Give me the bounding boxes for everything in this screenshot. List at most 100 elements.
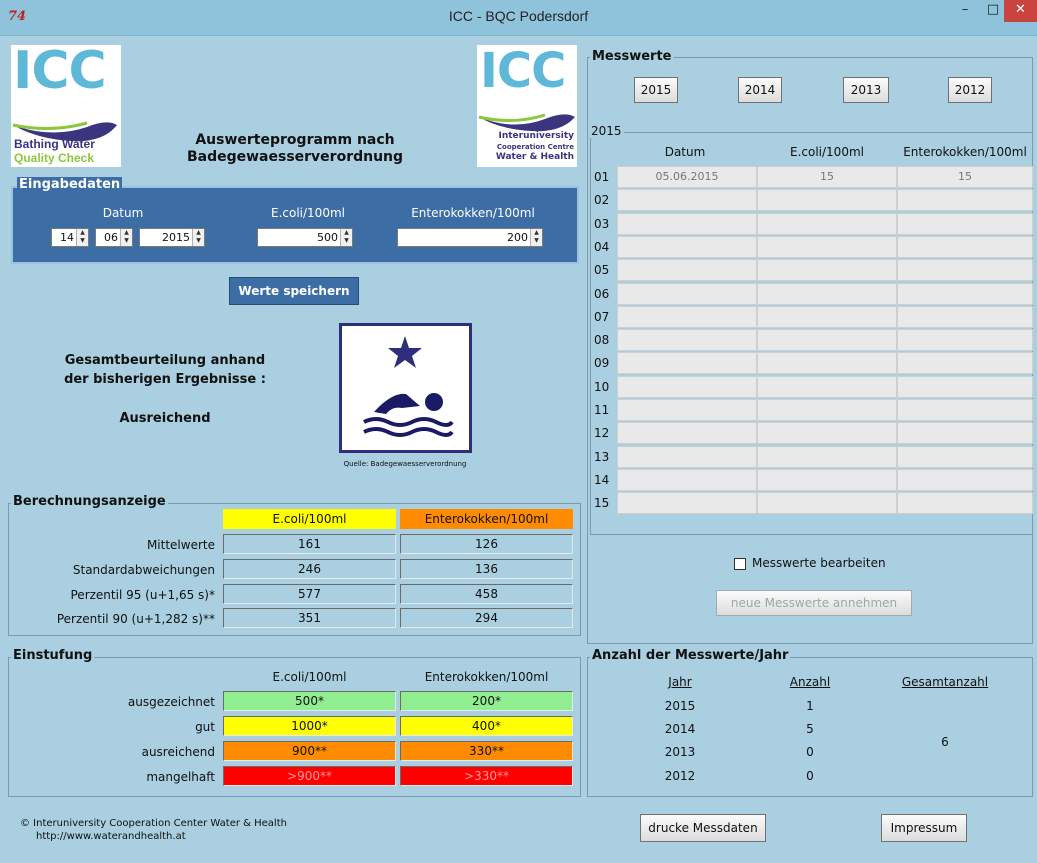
classification-ecoli-poor: >900**: [223, 766, 396, 786]
logo-swoosh-icon: [478, 113, 575, 132]
save-values-button[interactable]: Werte speichern: [229, 277, 359, 305]
table-cell-entero[interactable]: [897, 306, 1033, 328]
table-cell-datum[interactable]: [617, 189, 757, 211]
table-row-number: 02: [594, 193, 610, 207]
year-value: 2015: [162, 231, 190, 244]
table-cell-datum[interactable]: [617, 352, 757, 374]
table-cell-ecoli[interactable]: [757, 446, 897, 468]
year-button-2012[interactable]: 2012: [948, 77, 992, 103]
table-cell-ecoli[interactable]: [757, 352, 897, 374]
table-cell-datum[interactable]: [617, 283, 757, 305]
table-cell-ecoli[interactable]: [757, 422, 897, 444]
table-cell-datum[interactable]: [617, 329, 757, 351]
table-cell-ecoli[interactable]: [757, 259, 897, 281]
year-button-2013[interactable]: 2013: [843, 77, 889, 103]
table-cell-entero[interactable]: [897, 213, 1033, 235]
table-row-number: 03: [594, 217, 610, 231]
year-spinner[interactable]: 2015 ▲ ▼: [139, 228, 205, 247]
impressum-button[interactable]: Impressum: [881, 814, 967, 842]
edit-measurements-label[interactable]: Messwerte bearbeiten: [752, 556, 886, 570]
enterococci-label: Enterokokken/100ml: [411, 206, 535, 220]
spinner-arrows-icon[interactable]: ▲ ▼: [120, 229, 132, 246]
table-cell-entero[interactable]: [897, 422, 1033, 444]
table-cell-datum[interactable]: [617, 399, 757, 421]
table-cell-ecoli[interactable]: [757, 492, 897, 514]
table-header-ecoli: E.coli/100ml: [790, 145, 864, 159]
classification-entero-poor: >330**: [400, 766, 573, 786]
count-header-total: Gesamtanzahl: [901, 675, 989, 689]
accept-new-measurements-button[interactable]: neue Messwerte annehmen: [716, 590, 912, 616]
enterococci-spinner[interactable]: 200 ▲ ▼: [397, 228, 543, 247]
table-cell-datum[interactable]: [617, 236, 757, 258]
ecoli-spinner[interactable]: 500 ▲ ▼: [257, 228, 353, 247]
classification-row-label: ausgezeichnet: [127, 695, 215, 709]
table-cell-ecoli[interactable]: 15: [757, 166, 897, 188]
table-cell-datum[interactable]: [617, 492, 757, 514]
table-cell-datum[interactable]: [617, 259, 757, 281]
table-cell-ecoli[interactable]: [757, 306, 897, 328]
classification-ecoli-good: 1000*: [223, 716, 396, 736]
table-cell-entero[interactable]: [897, 492, 1033, 514]
table-header-enterococci: Enterokokken/100ml: [903, 145, 1027, 159]
table-cell-entero[interactable]: [897, 329, 1033, 351]
table-cell-entero[interactable]: [897, 376, 1033, 398]
table-cell-ecoli[interactable]: [757, 189, 897, 211]
spinner-arrows-icon[interactable]: ▲ ▼: [192, 229, 204, 246]
table-cell-datum[interactable]: [617, 213, 757, 235]
icc-water-health-logo: ICC Interuniversity Cooperation Centre W…: [477, 43, 577, 167]
table-cell-datum[interactable]: [617, 422, 757, 444]
edit-measurements-checkbox[interactable]: [734, 558, 746, 570]
table-cell-ecoli[interactable]: [757, 283, 897, 305]
classification-entero-sufficient: 330**: [400, 741, 573, 761]
count-total-value: 6: [941, 735, 949, 749]
sign-source-caption: Quelle: Badegewaesserverordnung: [343, 460, 467, 468]
table-cell-ecoli[interactable]: [757, 213, 897, 235]
day-spinner[interactable]: 14 ▲ ▼: [51, 228, 89, 247]
table-cell-entero[interactable]: [897, 189, 1033, 211]
close-button[interactable]: ✕: [1004, 0, 1037, 22]
table-cell-entero[interactable]: [897, 399, 1033, 421]
table-cell-ecoli[interactable]: [757, 376, 897, 398]
classification-row-label: ausreichend: [141, 745, 215, 759]
table-cell-entero[interactable]: 15: [897, 166, 1033, 188]
count-year: 2013: [664, 745, 696, 759]
table-cell-datum[interactable]: [617, 469, 757, 491]
spinner-arrows-icon[interactable]: ▲ ▼: [76, 229, 88, 246]
calc-entero-stddev: 136: [400, 559, 573, 579]
website-url[interactable]: http://www.waterandhealth.at: [36, 831, 186, 842]
year-button-2014[interactable]: 2014: [738, 77, 782, 103]
classification-row-label: mangelhaft: [146, 770, 215, 784]
bathing-quality-sign: [339, 323, 472, 453]
classification-entero-good: 400*: [400, 716, 573, 736]
month-spinner[interactable]: 06 ▲ ▼: [95, 228, 133, 247]
year-button-2015[interactable]: 2015: [634, 77, 678, 103]
table-cell-datum[interactable]: 05.06.2015: [617, 166, 757, 188]
calc-row-label: Perzentil 90 (u+1,282 s)**: [56, 612, 215, 626]
spinner-arrows-icon[interactable]: ▲ ▼: [530, 229, 542, 246]
table-cell-entero[interactable]: [897, 446, 1033, 468]
spinner-arrows-icon[interactable]: ▲ ▼: [340, 229, 352, 246]
table-cell-datum[interactable]: [617, 306, 757, 328]
table-cell-entero[interactable]: [897, 259, 1033, 281]
table-cell-datum[interactable]: [617, 376, 757, 398]
table-cell-ecoli[interactable]: [757, 399, 897, 421]
classification-row-label: gut: [195, 720, 215, 734]
table-row-number: 01: [594, 170, 610, 184]
table-cell-ecoli[interactable]: [757, 469, 897, 491]
table-cell-entero[interactable]: [897, 283, 1033, 305]
table-cell-ecoli[interactable]: [757, 329, 897, 351]
minimize-button[interactable]: –: [950, 0, 980, 22]
count-year: 2014: [664, 722, 696, 736]
table-cell-datum[interactable]: [617, 446, 757, 468]
table-row-number: 13: [594, 450, 610, 464]
table-cell-ecoli[interactable]: [757, 236, 897, 258]
assessment-result: Ausreichend: [119, 411, 211, 426]
enterococci-value: 200: [507, 231, 528, 244]
classification-entero-excellent: 200*: [400, 691, 573, 711]
ecoli-column-header: E.coli/100ml: [223, 509, 396, 529]
print-data-button[interactable]: drucke Messdaten: [640, 814, 766, 842]
table-cell-entero[interactable]: [897, 469, 1033, 491]
table-header-date: Datum: [664, 145, 706, 159]
table-cell-entero[interactable]: [897, 352, 1033, 374]
table-cell-entero[interactable]: [897, 236, 1033, 258]
